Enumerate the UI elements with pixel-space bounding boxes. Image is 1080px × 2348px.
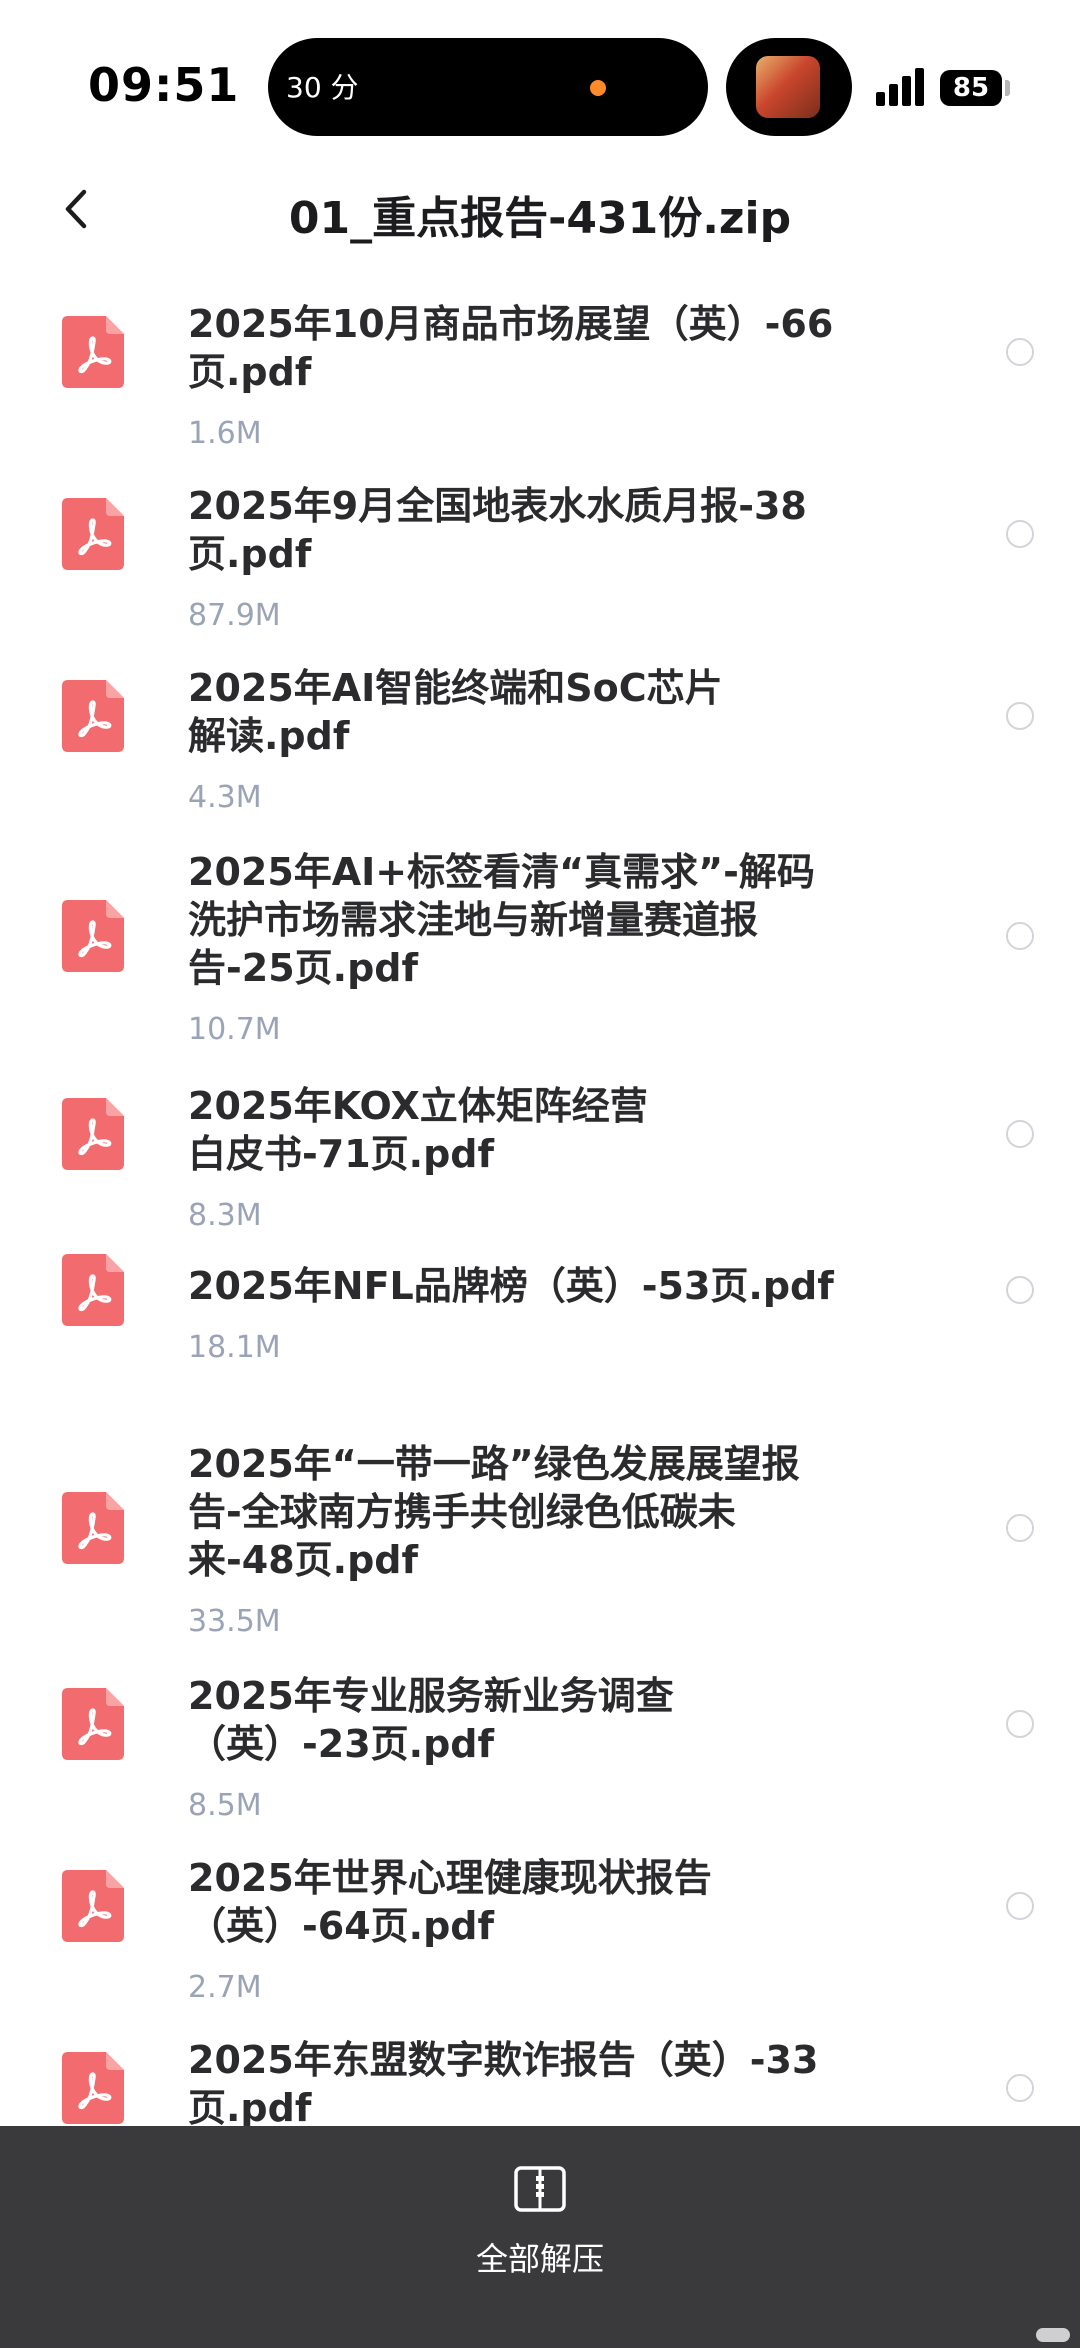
file-name: 2025年AI+标签看清“真需求”-解码 洗护市场需求洼地与新增量赛道报 告-25页…	[188, 848, 868, 992]
battery-cap	[1005, 80, 1010, 96]
select-radio[interactable]	[1006, 1514, 1034, 1542]
watermark	[1036, 2328, 1070, 2342]
file-name-line: 2025年AI智能终端和SoC芯片	[188, 666, 723, 710]
file-name-line: （英）-23页.pdf	[188, 1722, 495, 1766]
island-timer-text: 30 分	[286, 71, 359, 104]
pdf-file-icon	[62, 1254, 124, 1326]
file-name-line: 2025年NFL品牌榜（英）-53页.pdf	[188, 1264, 834, 1308]
file-name: 2025年9月全国地表水水质月报-38 页.pdf	[188, 482, 868, 578]
page-title: 01_重点报告-431份.zip	[288, 193, 792, 244]
file-name-line: （英）-64页.pdf	[188, 1904, 495, 1948]
select-radio[interactable]	[1006, 1710, 1034, 1738]
file-name-line: 2025年专业服务新业务调查	[188, 1674, 674, 1718]
file-name-line: 2025年世界心理健康现状报告	[188, 1856, 712, 1900]
battery-icon: 85	[940, 70, 1002, 106]
file-name: 2025年AI智能终端和SoC芯片 解读.pdf	[188, 664, 868, 760]
pdf-file-icon	[62, 1098, 124, 1170]
file-name: 2025年10月商品市场展望（英）-66 页.pdf	[188, 300, 868, 396]
signal-icon	[876, 66, 926, 106]
media-artwork-icon	[756, 56, 820, 118]
select-radio[interactable]	[1006, 922, 1034, 950]
status-bar: 09:51 30 分 85	[0, 0, 1080, 150]
file-name-line: 2025年10月商品市场展望（英）-66	[188, 302, 834, 346]
file-size: 1.6M	[188, 416, 262, 451]
file-size: 8.5M	[188, 1788, 262, 1823]
file-name-line: 告-全球南方携手共创绿色低碳未	[188, 1490, 736, 1534]
file-size: 4.3M	[188, 780, 262, 815]
file-name-line: 告-25页.pdf	[188, 946, 419, 990]
select-radio[interactable]	[1006, 1120, 1034, 1148]
bottom-action-bar: 全部解压	[0, 2126, 1080, 2348]
file-name-line: 2025年“一带一路”绿色发展展望报	[188, 1442, 800, 1486]
recording-dot-icon	[590, 80, 606, 96]
file-name: 2025年KOX立体矩阵经营 白皮书-71页.pdf	[188, 1082, 868, 1178]
pdf-file-icon	[62, 1688, 124, 1760]
file-name-line: 洗护市场需求洼地与新增量赛道报	[188, 898, 759, 942]
pdf-file-icon	[62, 900, 124, 972]
pdf-file-icon	[62, 498, 124, 570]
file-size: 33.5M	[188, 1604, 281, 1639]
zip-folder-icon	[514, 2166, 566, 2212]
file-name-line: 页.pdf	[188, 350, 312, 394]
file-name: 2025年NFL品牌榜（英）-53页.pdf	[188, 1262, 868, 1310]
pdf-file-icon	[62, 1870, 124, 1942]
select-radio[interactable]	[1006, 702, 1034, 730]
select-radio[interactable]	[1006, 338, 1034, 366]
file-name: 2025年东盟数字欺诈报告（英）-33 页.pdf	[188, 2036, 868, 2132]
file-name-line: 2025年AI+标签看清“真需求”-解码	[188, 850, 815, 894]
pdf-file-icon	[62, 680, 124, 752]
pdf-file-icon	[62, 2052, 124, 2124]
file-name-line: 白皮书-71页.pdf	[188, 1132, 495, 1176]
file-name: 2025年“一带一路”绿色发展展望报 告-全球南方携手共创绿色低碳未 来-48页.p…	[188, 1440, 868, 1584]
file-name-line: 来-48页.pdf	[188, 1538, 419, 1582]
pdf-file-icon	[62, 1492, 124, 1564]
file-size: 8.3M	[188, 1198, 262, 1233]
file-name: 2025年专业服务新业务调查 （英）-23页.pdf	[188, 1672, 868, 1768]
pdf-file-icon	[62, 316, 124, 388]
extract-all-label: 全部解压	[475, 2240, 604, 2278]
file-name-line: 2025年KOX立体矩阵经营	[188, 1084, 648, 1128]
select-radio[interactable]	[1006, 1892, 1034, 1920]
status-time: 09:51	[88, 58, 240, 112]
file-size: 2.7M	[188, 1970, 262, 2005]
select-radio[interactable]	[1006, 2074, 1034, 2102]
file-size: 18.1M	[188, 1330, 281, 1365]
file-size: 87.9M	[188, 598, 281, 633]
file-name-line: 页.pdf	[188, 532, 312, 576]
file-name-line: 2025年9月全国地表水水质月报-38	[188, 484, 807, 528]
select-radio[interactable]	[1006, 520, 1034, 548]
file-name: 2025年世界心理健康现状报告 （英）-64页.pdf	[188, 1854, 868, 1950]
file-name-line: 解读.pdf	[188, 714, 350, 758]
file-name-line: 页.pdf	[188, 2086, 312, 2130]
nav-header: 01_重点报告-431份.zip	[0, 170, 1080, 250]
select-radio[interactable]	[1006, 1276, 1034, 1304]
extract-all-button[interactable]: 全部解压	[440, 2140, 640, 2278]
file-size: 10.7M	[188, 1012, 281, 1047]
file-name-line: 2025年东盟数字欺诈报告（英）-33	[188, 2038, 819, 2082]
